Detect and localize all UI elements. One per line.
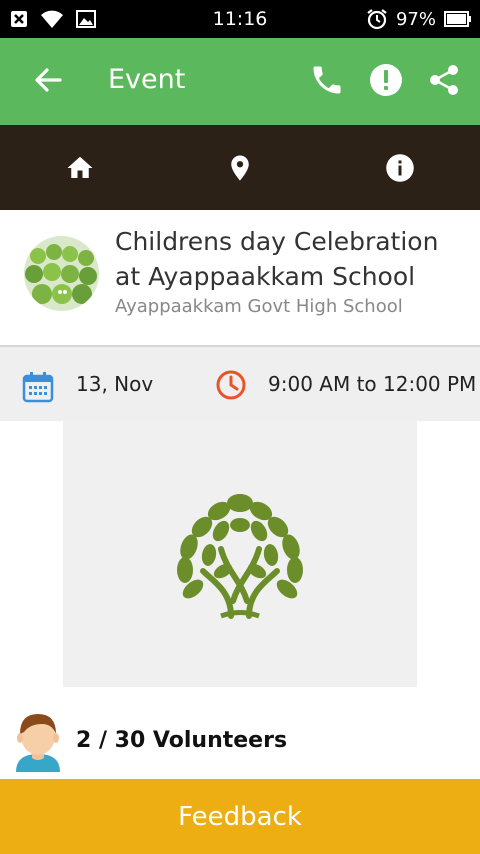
status-bar: 11:16 97%: [0, 0, 480, 38]
feedback-button[interactable]: Feedback: [0, 779, 480, 854]
app-bar: Event: [0, 38, 480, 125]
tab-bar: [0, 125, 480, 210]
back-arrow-icon[interactable]: [30, 62, 66, 98]
volunteers-count: 2 / 30 Volunteers: [76, 728, 288, 753]
event-venue: Ayappaakkam Govt High School: [115, 296, 403, 317]
event-time: 9:00 AM to 12:00 PM: [268, 372, 477, 396]
page-title: Event: [108, 64, 186, 95]
share-icon[interactable]: [426, 62, 462, 98]
calendar-icon: [22, 372, 54, 403]
alert-icon[interactable]: [368, 62, 404, 98]
clock-icon: [216, 370, 246, 400]
event-banner: [63, 421, 417, 687]
tree-logo: [177, 494, 303, 619]
battery-percent: 97%: [395, 8, 436, 30]
event-header: Childrens day Celebration at Ayappaakkam…: [0, 212, 480, 345]
volunteer-avatar-icon: [16, 714, 60, 772]
event-avatar: [24, 236, 99, 311]
location-pin-icon[interactable]: [225, 153, 255, 183]
event-title: Childrens day Celebration at Ayappaakkam…: [115, 227, 439, 291]
status-right: 97%: [366, 8, 472, 30]
volunteers-row: 2 / 30 Volunteers: [0, 700, 480, 778]
date-time-row: 13, Nov 9:00 AM to 12:00 PM: [0, 347, 480, 421]
home-icon[interactable]: [65, 153, 95, 183]
alarm-icon: [367, 9, 387, 30]
phone-icon[interactable]: [309, 62, 345, 98]
info-icon[interactable]: [385, 153, 415, 183]
battery-icon: [444, 11, 471, 27]
event-date: 13, Nov: [76, 372, 154, 396]
